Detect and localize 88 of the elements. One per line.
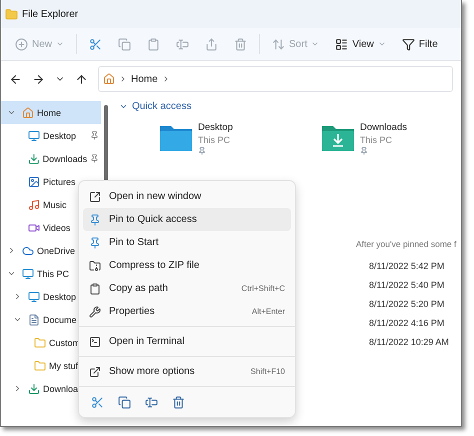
window-title: File Explorer [22, 8, 78, 20]
folder-icon [34, 336, 46, 348]
chevron-right-icon [119, 75, 127, 83]
menu-label: Open in Terminal [109, 336, 186, 347]
copy-button[interactable] [118, 396, 131, 409]
cut-button[interactable] [91, 396, 104, 409]
sidebar-item[interactable]: Home [1, 101, 101, 124]
date-modified: 8/11/2022 5:42 PM [369, 261, 446, 271]
menu-item[interactable]: Pin to Quick access [83, 208, 291, 231]
sidebar-label: OneDrive [37, 246, 76, 256]
new-icon [15, 38, 28, 50]
picture-icon [28, 176, 40, 188]
chevron-down-icon [311, 40, 320, 48]
menu-item[interactable]: Open in Terminal [83, 330, 291, 353]
menu-label: Properties [109, 306, 156, 317]
home-icon [103, 73, 115, 85]
sidebar-label: Docume [43, 314, 77, 324]
menu-label: Show more options [109, 366, 196, 377]
view-icon [335, 38, 348, 50]
terminal-icon [89, 336, 101, 348]
date-modified: 8/11/2022 4:16 PM [369, 318, 446, 328]
sidebar-item[interactable]: Downloads [1, 147, 101, 170]
toolbar-button[interactable]: View [329, 34, 392, 54]
menu-label: Pin to Quick access [109, 214, 198, 225]
sidebar-label: Music [43, 200, 67, 210]
sort-icon [272, 38, 286, 50]
chevron-down-icon[interactable] [7, 269, 16, 278]
video-icon [28, 222, 40, 234]
download-icon [28, 152, 40, 164]
sidebar-label: My stuf [49, 360, 78, 370]
pin-icon [89, 214, 101, 226]
zip-folder-icon [89, 260, 101, 272]
date-modified: 8/11/2022 5:20 PM [369, 299, 446, 309]
section-header[interactable]: Quick access [119, 101, 192, 112]
chevron-down-icon [378, 40, 386, 48]
chevron-right-icon[interactable] [7, 246, 16, 255]
download-icon [28, 382, 40, 394]
pin-icon [89, 236, 101, 248]
folder-name: Desktop [198, 122, 233, 133]
toolbar-button[interactable]: Filte [396, 34, 444, 54]
chevron-down-icon[interactable] [7, 108, 16, 117]
shortcut: Ctrl+Shift+C [241, 284, 285, 293]
folder-icon [34, 360, 46, 372]
computer-icon [22, 268, 34, 280]
sidebar-label: Home [37, 108, 62, 118]
folder-icon [5, 8, 18, 20]
filter-icon [402, 38, 415, 50]
folder-location: This PC [198, 135, 232, 145]
sidebar-label: Pictures [43, 176, 76, 186]
sidebar-label: Desktop [43, 130, 76, 140]
forward-button[interactable] [32, 72, 45, 86]
chevron-down-icon [56, 40, 64, 48]
desktop-icon [28, 130, 40, 142]
up-button[interactable] [75, 72, 88, 86]
chevron-right-icon[interactable] [13, 292, 22, 301]
wrench-icon [89, 306, 101, 318]
date-modified: 8/11/2022 10:29 AM [369, 337, 450, 347]
cloud-icon [22, 244, 34, 256]
shortcut: Shift+F10 [250, 367, 285, 376]
sidebar-label: Videos [43, 222, 70, 232]
breadcrumb[interactable]: Home [131, 74, 158, 84]
shortcut: Alt+Enter [252, 307, 285, 316]
sidebar-label: Downloa [43, 384, 78, 394]
menu-label: Open in new window [109, 191, 202, 202]
date-modified: 8/11/2022 5:40 PM [369, 280, 446, 290]
open-window-icon [89, 190, 101, 202]
chevron-down-icon[interactable] [13, 315, 22, 324]
folder-location: This PC [360, 135, 394, 145]
empty-favorites-message: After you've pinned some f [356, 239, 456, 249]
more-options-icon [89, 366, 101, 378]
folder-name: Downloads [360, 122, 407, 133]
sidebar-label: Downloads [42, 154, 88, 164]
menu-label: Compress to ZIP file [109, 260, 200, 271]
back-button[interactable] [9, 72, 22, 86]
chevron-right-icon[interactable] [13, 384, 22, 393]
home-icon [22, 106, 34, 118]
music-icon [28, 198, 40, 210]
menu-label: Pin to Start [109, 237, 160, 248]
address-bar[interactable]: Home [98, 66, 453, 92]
copy-path-icon [89, 282, 101, 294]
sidebar-label: Desktop [43, 292, 76, 302]
delete-button[interactable] [172, 396, 185, 409]
document-icon [28, 314, 40, 326]
desktop-icon [28, 290, 40, 302]
rename-button[interactable] [145, 396, 158, 409]
sidebar-item[interactable]: Desktop [1, 124, 101, 147]
sidebar-label: This PC [37, 268, 70, 278]
menu-label: Copy as path [109, 283, 169, 294]
